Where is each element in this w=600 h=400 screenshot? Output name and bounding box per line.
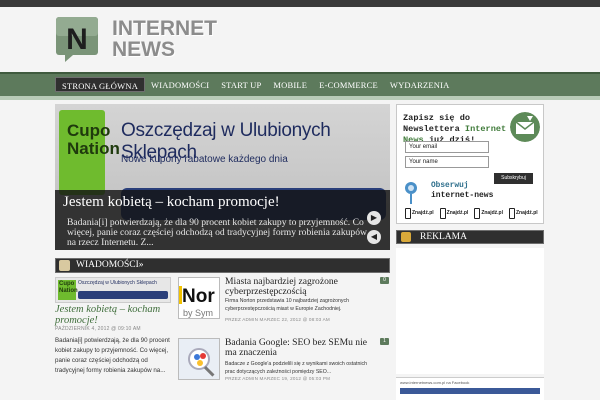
featured-thumb-bar [78,291,168,299]
phone-app-link[interactable]: Znajdź.pl [508,207,539,219]
ad-section-title: REKLAMA [420,232,467,242]
cupo-logo-text: Cupo Nation [67,121,120,158]
site-name-line2: NEWS [112,38,175,61]
featured-slider[interactable]: Cupo Nation Oszczędzaj w Ulubionych Skle… [55,104,390,250]
slider-caption: Jestem kobietą – kocham promocje! Badani… [55,190,390,250]
phone-app-label: Znajdź.pl [481,210,503,216]
ad-thumbnail[interactable]: www.internetnews.com.pl na Facebook [396,377,544,400]
comment-count[interactable]: 1 [380,338,389,345]
podcast-icon[interactable] [404,181,418,205]
post-thumbnail[interactable] [178,338,220,380]
svg-text:by Sym: by Sym [183,308,213,318]
ad-section-header: REKLAMA [396,230,544,244]
phone-icon [405,207,411,219]
app-links: Znajdź.pl Znajdź.pl Znajdź.pl Znajdź.pl [405,207,539,221]
pencil-icon [59,260,70,271]
newsletter-title-part1: Zapisz się do Newslettera [403,113,471,134]
chevron-left-icon[interactable]: ◀ [367,230,381,244]
top-bar [0,0,600,7]
phone-app-link[interactable]: Znajdź.pl [474,207,504,219]
logo-icon: N [56,17,98,62]
phone-app-link[interactable]: Znajdź.pl [439,207,470,219]
phone-icon [474,207,481,219]
nav-item-home[interactable]: STRONA GŁÓWNA [55,77,146,92]
nav-item-ecommerce[interactable]: E-COMMERCE [313,77,384,92]
nav-item-news[interactable]: WIADOMOŚCI [145,77,215,92]
featured-thumbnail[interactable]: Cupo Nation Oszczędzaj w Ulubionych Skle… [55,277,171,303]
slider-title[interactable]: Jestem kobietą – kocham promocje! [63,194,280,211]
logo-letter: N [66,23,88,56]
nav-band-shadow [0,96,600,100]
nav-item-startup[interactable]: START UP [215,77,267,92]
post-title[interactable]: Miasta najbardziej zagrożone cyberprzest… [225,277,375,297]
cupo-logo: Cupo Nation [59,110,120,195]
post-excerpt: Badacze z Google'a podzielili się z wyni… [225,361,367,375]
subscribe-button[interactable]: Subskrybuj [494,173,533,184]
slider-excerpt: Badania[i] potwierdzają, że dla 90 proce… [67,217,367,248]
phone-icon [508,207,515,219]
post-meta: PRZEZ ADMIN MARZEC 22, 2012 @ 08:03 AM [225,317,330,322]
nav-item-mobile[interactable]: MOBILE [267,77,313,92]
phone-app-link[interactable]: Znajdź.pl [405,207,435,219]
ad-area[interactable] [396,248,544,374]
slider-image-subline: Nowe kupony rabatowe każdego dnia [121,154,288,165]
site-name-line1: INTERNET [112,17,217,40]
newsletter-box: Zapisz się do Newslettera Internet News … [396,104,544,224]
featured-thumb-logo: Cupo Nation [58,280,78,300]
post-excerpt: Firma Norton przedstawia 10 najbardziej … [225,298,349,312]
mail-icon [510,112,540,142]
featured-thumb-headline: Oszczędzaj w Ulubionych Sklepach [78,280,157,286]
phone-app-label: Znajdź.pl [446,210,469,216]
post-meta: PRZEZ ADMIN MARZEC 19, 2012 @ 05:03 PM [225,376,331,381]
nav-item-events[interactable]: WYDARZENIA [384,77,456,92]
list-item: Badania Google: SEO bez SEMu nie ma znac… [178,338,390,388]
main-nav: STRONA GŁÓWNA WIADOMOŚCI START UP MOBILE… [55,77,455,93]
phone-icon [439,207,446,219]
section-header-news: WIADOMOŚCI» [55,258,390,273]
svg-text:Nor: Nor [182,286,215,307]
featured-excerpt: Badania[i] potwierdzają, że dla 90 proce… [55,337,170,374]
post-title[interactable]: Badania Google: SEO bez SEMu nie ma znac… [225,338,375,358]
norton-logo-icon: Nor by Sym [179,278,219,318]
ad-caption: www.internetnews.com.pl na Facebook [400,380,470,385]
follow-name[interactable]: internet-news [431,191,493,200]
featured-title[interactable]: Jestem kobietą – kocham promocje! [55,304,171,326]
site-name: INTERNET NEWS [112,18,217,60]
site-logo[interactable]: N INTERNET NEWS [55,16,217,66]
section-title[interactable]: WIADOMOŚCI» [76,260,144,270]
google-logo-icon [179,339,219,379]
chevron-right-icon[interactable]: ▶ [367,211,381,225]
list-item: Nor by Sym Miasta najbardziej zagrożone … [178,277,390,327]
phone-app-label: Znajdź.pl [412,210,434,216]
name-field[interactable]: Your name [405,156,489,168]
email-field[interactable]: Your email [405,141,489,153]
featured-meta: PAŹDZIERNIK 4, 2012 @ 09:10 AM [55,326,141,332]
post-thumbnail[interactable]: Nor by Sym [178,277,220,319]
megaphone-icon [401,232,411,242]
ad-facebook-bar [400,388,540,394]
phone-app-label: Znajdź.pl [515,210,538,216]
comment-count[interactable]: 0 [380,277,389,284]
